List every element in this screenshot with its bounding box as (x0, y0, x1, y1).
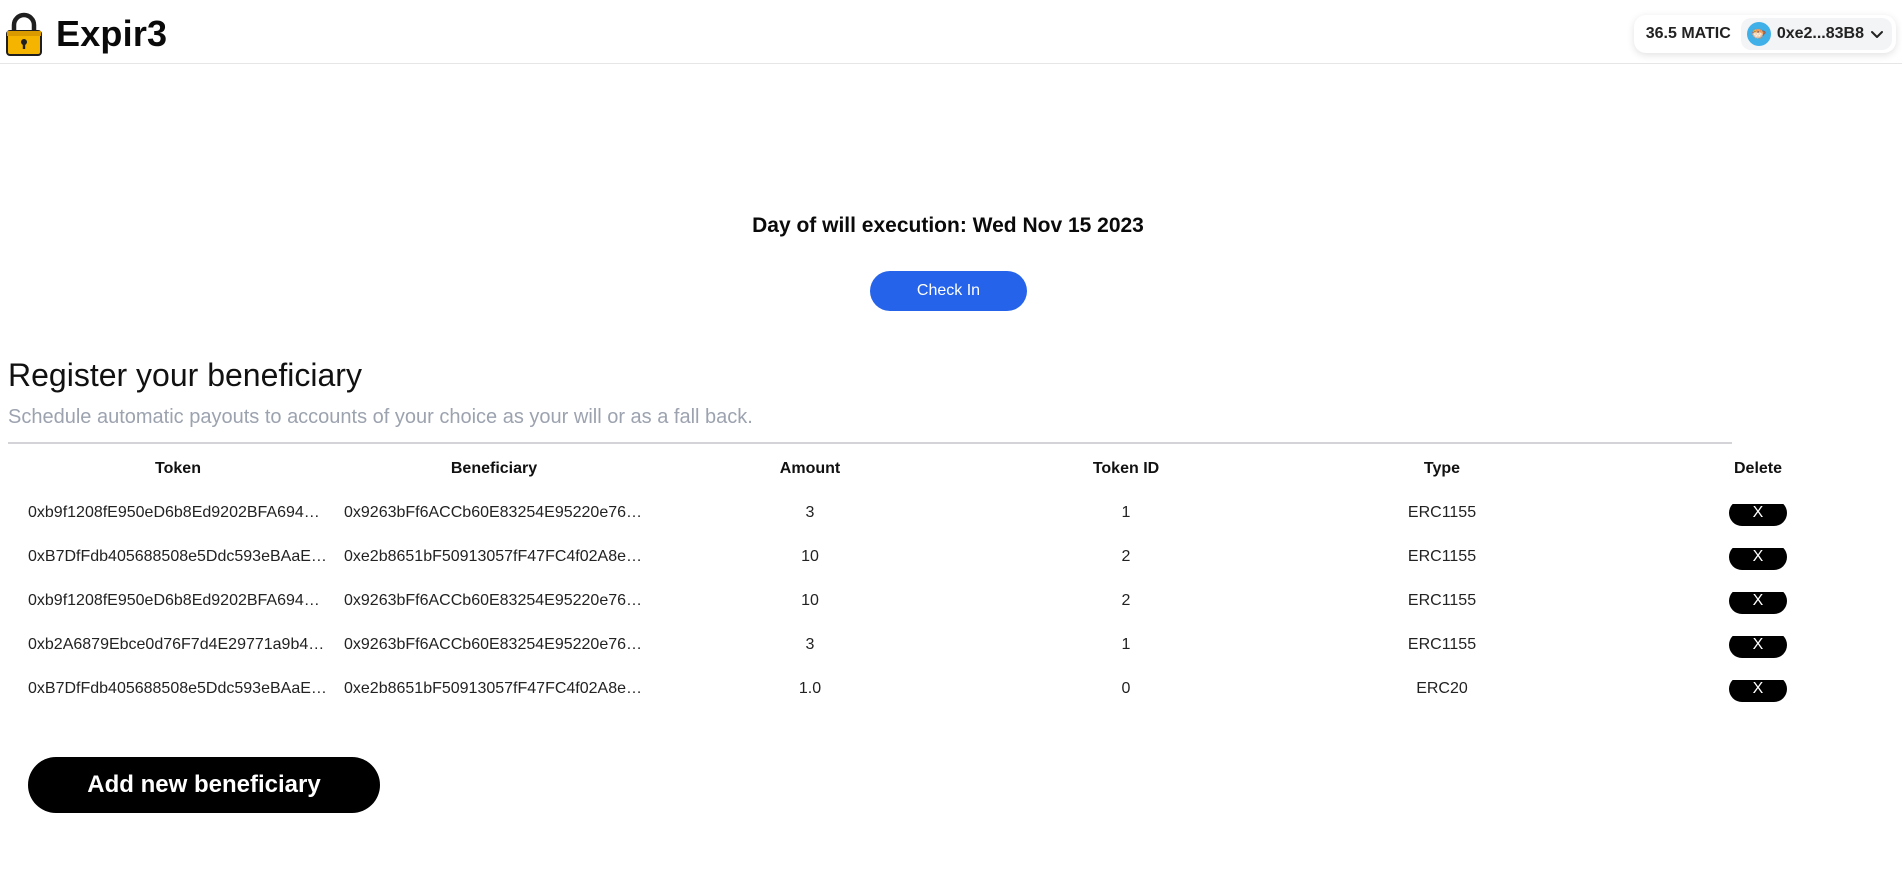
beneficiary-address: 0x9263bFf6ACCb60E83254E95220e7637... (344, 592, 644, 609)
delete-cell: X (1658, 680, 1858, 702)
beneficiary-address: 0x9263bFf6ACCb60E83254E95220e7637... (344, 504, 644, 521)
token-address: 0xb9f1208fE950eD6b8Ed9202BFA694eaf... (28, 592, 328, 609)
delete-cell: X (1658, 504, 1858, 526)
delete-button[interactable]: X (1729, 636, 1787, 658)
check-in-button[interactable]: Check In (870, 271, 1027, 311)
header-delete: Delete (1733, 460, 1783, 477)
divider (8, 442, 1732, 444)
table-row: 0xB7DfFdb405688508e5Ddc593eBAaE64... 0xe… (0, 680, 1902, 710)
top-bar: Expir3 36.5 MATIC 🐡 0xe2...83B8 (0, 0, 1902, 64)
avatar-icon: 🐡 (1746, 22, 1771, 46)
token-address: 0xB7DfFdb405688508e5Ddc593eBAaE64... (28, 680, 328, 697)
delete-button[interactable]: X (1729, 548, 1787, 570)
header-beneficiary: Beneficiary (450, 460, 538, 477)
token-type: ERC20 (1416, 680, 1468, 697)
header-token-id: Token ID (1092, 460, 1160, 477)
token-address: 0xb9f1208fE950eD6b8Ed9202BFA694eaf... (28, 504, 328, 521)
token-id: 2 (1121, 592, 1131, 609)
account-button[interactable]: 🐡 0xe2...83B8 (1740, 18, 1892, 50)
table-row: 0xb9f1208fE950eD6b8Ed9202BFA694eaf... 0x… (0, 504, 1902, 534)
beneficiary-address: 0xe2b8651bF50913057fF47FC4f02A8e12... (344, 680, 644, 697)
token-id: 0 (1121, 680, 1131, 697)
header-amount: Amount (779, 460, 841, 477)
amount: 1.0 (798, 680, 822, 697)
table-row: 0xb2A6879Ebce0d76F7d4E29771a9b403... 0x9… (0, 636, 1902, 666)
amount: 3 (805, 636, 815, 653)
beneficiary-address: 0x9263bFf6ACCb60E83254E95220e7637... (344, 636, 644, 653)
header-token: Token (155, 460, 201, 477)
token-id: 1 (1121, 504, 1131, 521)
section-subtitle: Schedule automatic payouts to accounts o… (8, 406, 753, 428)
delete-button[interactable]: X (1729, 680, 1787, 702)
token-type: ERC1155 (1407, 636, 1477, 653)
amount: 3 (805, 504, 815, 521)
execution-date-title: Day of will execution: Wed Nov 15 2023 (752, 214, 1144, 237)
delete-button[interactable]: X (1729, 504, 1787, 526)
amount: 10 (801, 548, 819, 565)
table-header-row: Token Beneficiary Amount Token ID Type D… (0, 460, 1902, 490)
delete-cell: X (1658, 548, 1858, 570)
token-address: 0xb2A6879Ebce0d76F7d4E29771a9b403... (28, 636, 328, 653)
wallet-widget: 36.5 MATIC 🐡 0xe2...83B8 (1633, 15, 1896, 53)
add-beneficiary-button[interactable]: Add new beneficiary (28, 757, 380, 813)
app-name: Expir3 (56, 13, 168, 54)
table-row: 0xb9f1208fE950eD6b8Ed9202BFA694eaf... 0x… (0, 592, 1902, 622)
token-type: ERC1155 (1407, 548, 1477, 565)
token-type: ERC1155 (1407, 592, 1477, 609)
account-address: 0xe2...83B8 (1776, 25, 1864, 42)
table-row: 0xB7DfFdb405688508e5Ddc593eBAaE64... 0xe… (0, 548, 1902, 578)
amount: 10 (801, 592, 819, 609)
delete-cell: X (1658, 592, 1858, 614)
token-address: 0xB7DfFdb405688508e5Ddc593eBAaE64... (28, 548, 328, 565)
delete-button[interactable]: X (1729, 592, 1787, 614)
header-type: Type (1423, 460, 1461, 477)
token-id: 2 (1121, 548, 1131, 565)
delete-cell: X (1658, 636, 1858, 658)
chevron-down-icon (1871, 31, 1883, 38)
beneficiary-address: 0xe2b8651bF50913057fF47FC4f02A8e12... (344, 548, 644, 565)
token-id: 1 (1121, 636, 1131, 653)
balance-display: 36.5 MATIC (1645, 25, 1731, 42)
section-title: Register your beneficiary (8, 357, 362, 393)
lock-icon (6, 12, 42, 56)
token-type: ERC1155 (1407, 504, 1477, 521)
brand[interactable]: Expir3 (4, 12, 167, 56)
